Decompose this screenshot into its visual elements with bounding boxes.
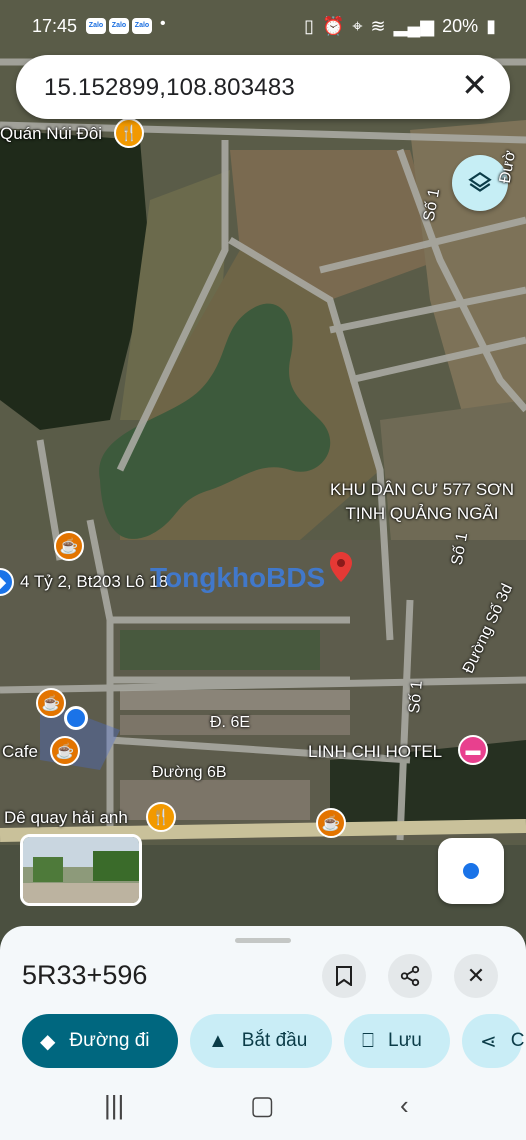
directions-icon: ◆ [40, 1030, 56, 1053]
status-right: ▯ ⏰ ⌖ ≋ ▂▄▆ 20% ▮ [304, 16, 496, 37]
my-location-button[interactable] [438, 838, 504, 904]
cafe-pin-icon[interactable]: ☕ [54, 531, 84, 561]
share-icon-button[interactable] [388, 954, 432, 998]
share-chip-button[interactable]: ⋖ C [462, 1014, 525, 1068]
cafe-pin-icon-2[interactable]: ☕ [36, 688, 66, 718]
status-time: 17:45 [32, 16, 78, 36]
close-icon[interactable]: ✕ [461, 69, 488, 101]
close-icon-2: ✕ [466, 963, 486, 988]
notification-icons: Zalo Zalo Zalo [86, 18, 152, 34]
road-label-d6e: Đ. 6E [210, 714, 251, 731]
drag-handle[interactable] [235, 938, 291, 943]
recent-apps-icon[interactable]: ||| [104, 1090, 124, 1121]
directions-label: Đường đi [69, 1030, 150, 1051]
start-button[interactable]: ▲ Bắt đầu [190, 1014, 332, 1068]
zalo-icon: Zalo [86, 18, 106, 34]
search-query[interactable]: 15.152899,108.803483 [44, 74, 295, 102]
street-view-image [23, 837, 139, 903]
save-label: Lưu [388, 1030, 422, 1051]
map-view[interactable]: Quán Núi Đôi 🍴 KHU DÂN CƯ 577 SƠN TỊNH Q… [0, 0, 526, 940]
battery-text: 20% [442, 16, 479, 36]
place-label-linh-chi-hotel[interactable]: LINH CHI HOTEL [308, 742, 442, 762]
navigation-arrow-icon: ▲ [208, 1029, 228, 1052]
save-chip-button[interactable]: ⎕ Lưu [344, 1014, 450, 1068]
back-icon[interactable]: ‹ [400, 1090, 409, 1121]
notification-dot-icon: • [160, 15, 166, 32]
zalo-icon-2: Zalo [109, 18, 129, 34]
road-label-duong6b: Đường 6B [152, 764, 227, 781]
bookmark-icon-2: ⎕ [362, 1029, 374, 1052]
bookmark-icon [336, 966, 352, 986]
location-marker-icon[interactable] [330, 552, 352, 582]
my-location-icon [463, 863, 479, 879]
restaurant-pin-icon[interactable]: 🍴 [114, 118, 144, 148]
cafe-pin-icon-4[interactable]: ☕ [316, 808, 346, 838]
restaurant-pin-icon-2[interactable]: 🍴 [146, 802, 176, 832]
alarm-icon: ⏰ [321, 16, 345, 36]
hotel-pin-icon[interactable]: ▬ [458, 735, 488, 765]
directions-button[interactable]: ◆ Đường đi [22, 1014, 178, 1068]
search-bar[interactable]: 15.152899,108.803483 ✕ [16, 55, 510, 119]
watermark-text: TongkhoBDS [150, 562, 326, 593]
plus-code-title: 5R33+596 [22, 960, 148, 990]
sim-icon: ▯ [304, 16, 314, 36]
place-label-khu-dan-cu[interactable]: KHU DÂN CƯ 577 SƠN TỊNH QUẢNG NGÃI [322, 478, 522, 526]
zalo-icon-3: Zalo [132, 18, 152, 34]
location-icon: ⌖ [352, 16, 363, 36]
share-icon-2: ⋖ [480, 1030, 497, 1053]
share-icon [400, 965, 420, 987]
start-label: Bắt đầu [241, 1030, 308, 1051]
close-sheet-button[interactable]: ✕ [454, 954, 498, 998]
place-label-address[interactable]: 4 Tỷ 2, Bt203 Lô 18 [20, 572, 168, 592]
place-label-quan-nui-doi[interactable]: Quán Núi Đôi [0, 124, 102, 144]
place-label-cafe[interactable]: Cafe [2, 742, 38, 762]
road-label-so1-c: Số 1 [406, 679, 426, 715]
share-label: C [510, 1030, 525, 1051]
home-icon[interactable]: ▢ [250, 1090, 275, 1121]
system-nav-bar: ||| ▢ ‹ [0, 1072, 526, 1140]
action-chips: ◆ Đường đi ▲ Bắt đầu ⎕ Lưu ⋖ C [22, 1014, 525, 1068]
cafe-pin-icon-3[interactable]: ☕ [50, 736, 80, 766]
wifi-icon: ≋ [370, 16, 386, 36]
save-icon-button[interactable] [322, 954, 366, 998]
signal-icon: ▂▄▆ [393, 16, 435, 36]
street-view-thumbnail[interactable] [20, 834, 142, 906]
status-bar: 17:45 Zalo Zalo Zalo • ▯ ⏰ ⌖ ≋ ▂▄▆ 20% ▮ [0, 0, 526, 52]
battery-icon: ▮ [486, 16, 496, 36]
current-location-dot [64, 706, 88, 730]
place-label-de-quay[interactable]: Dê quay hải anh [4, 808, 128, 828]
layers-icon [468, 171, 492, 192]
